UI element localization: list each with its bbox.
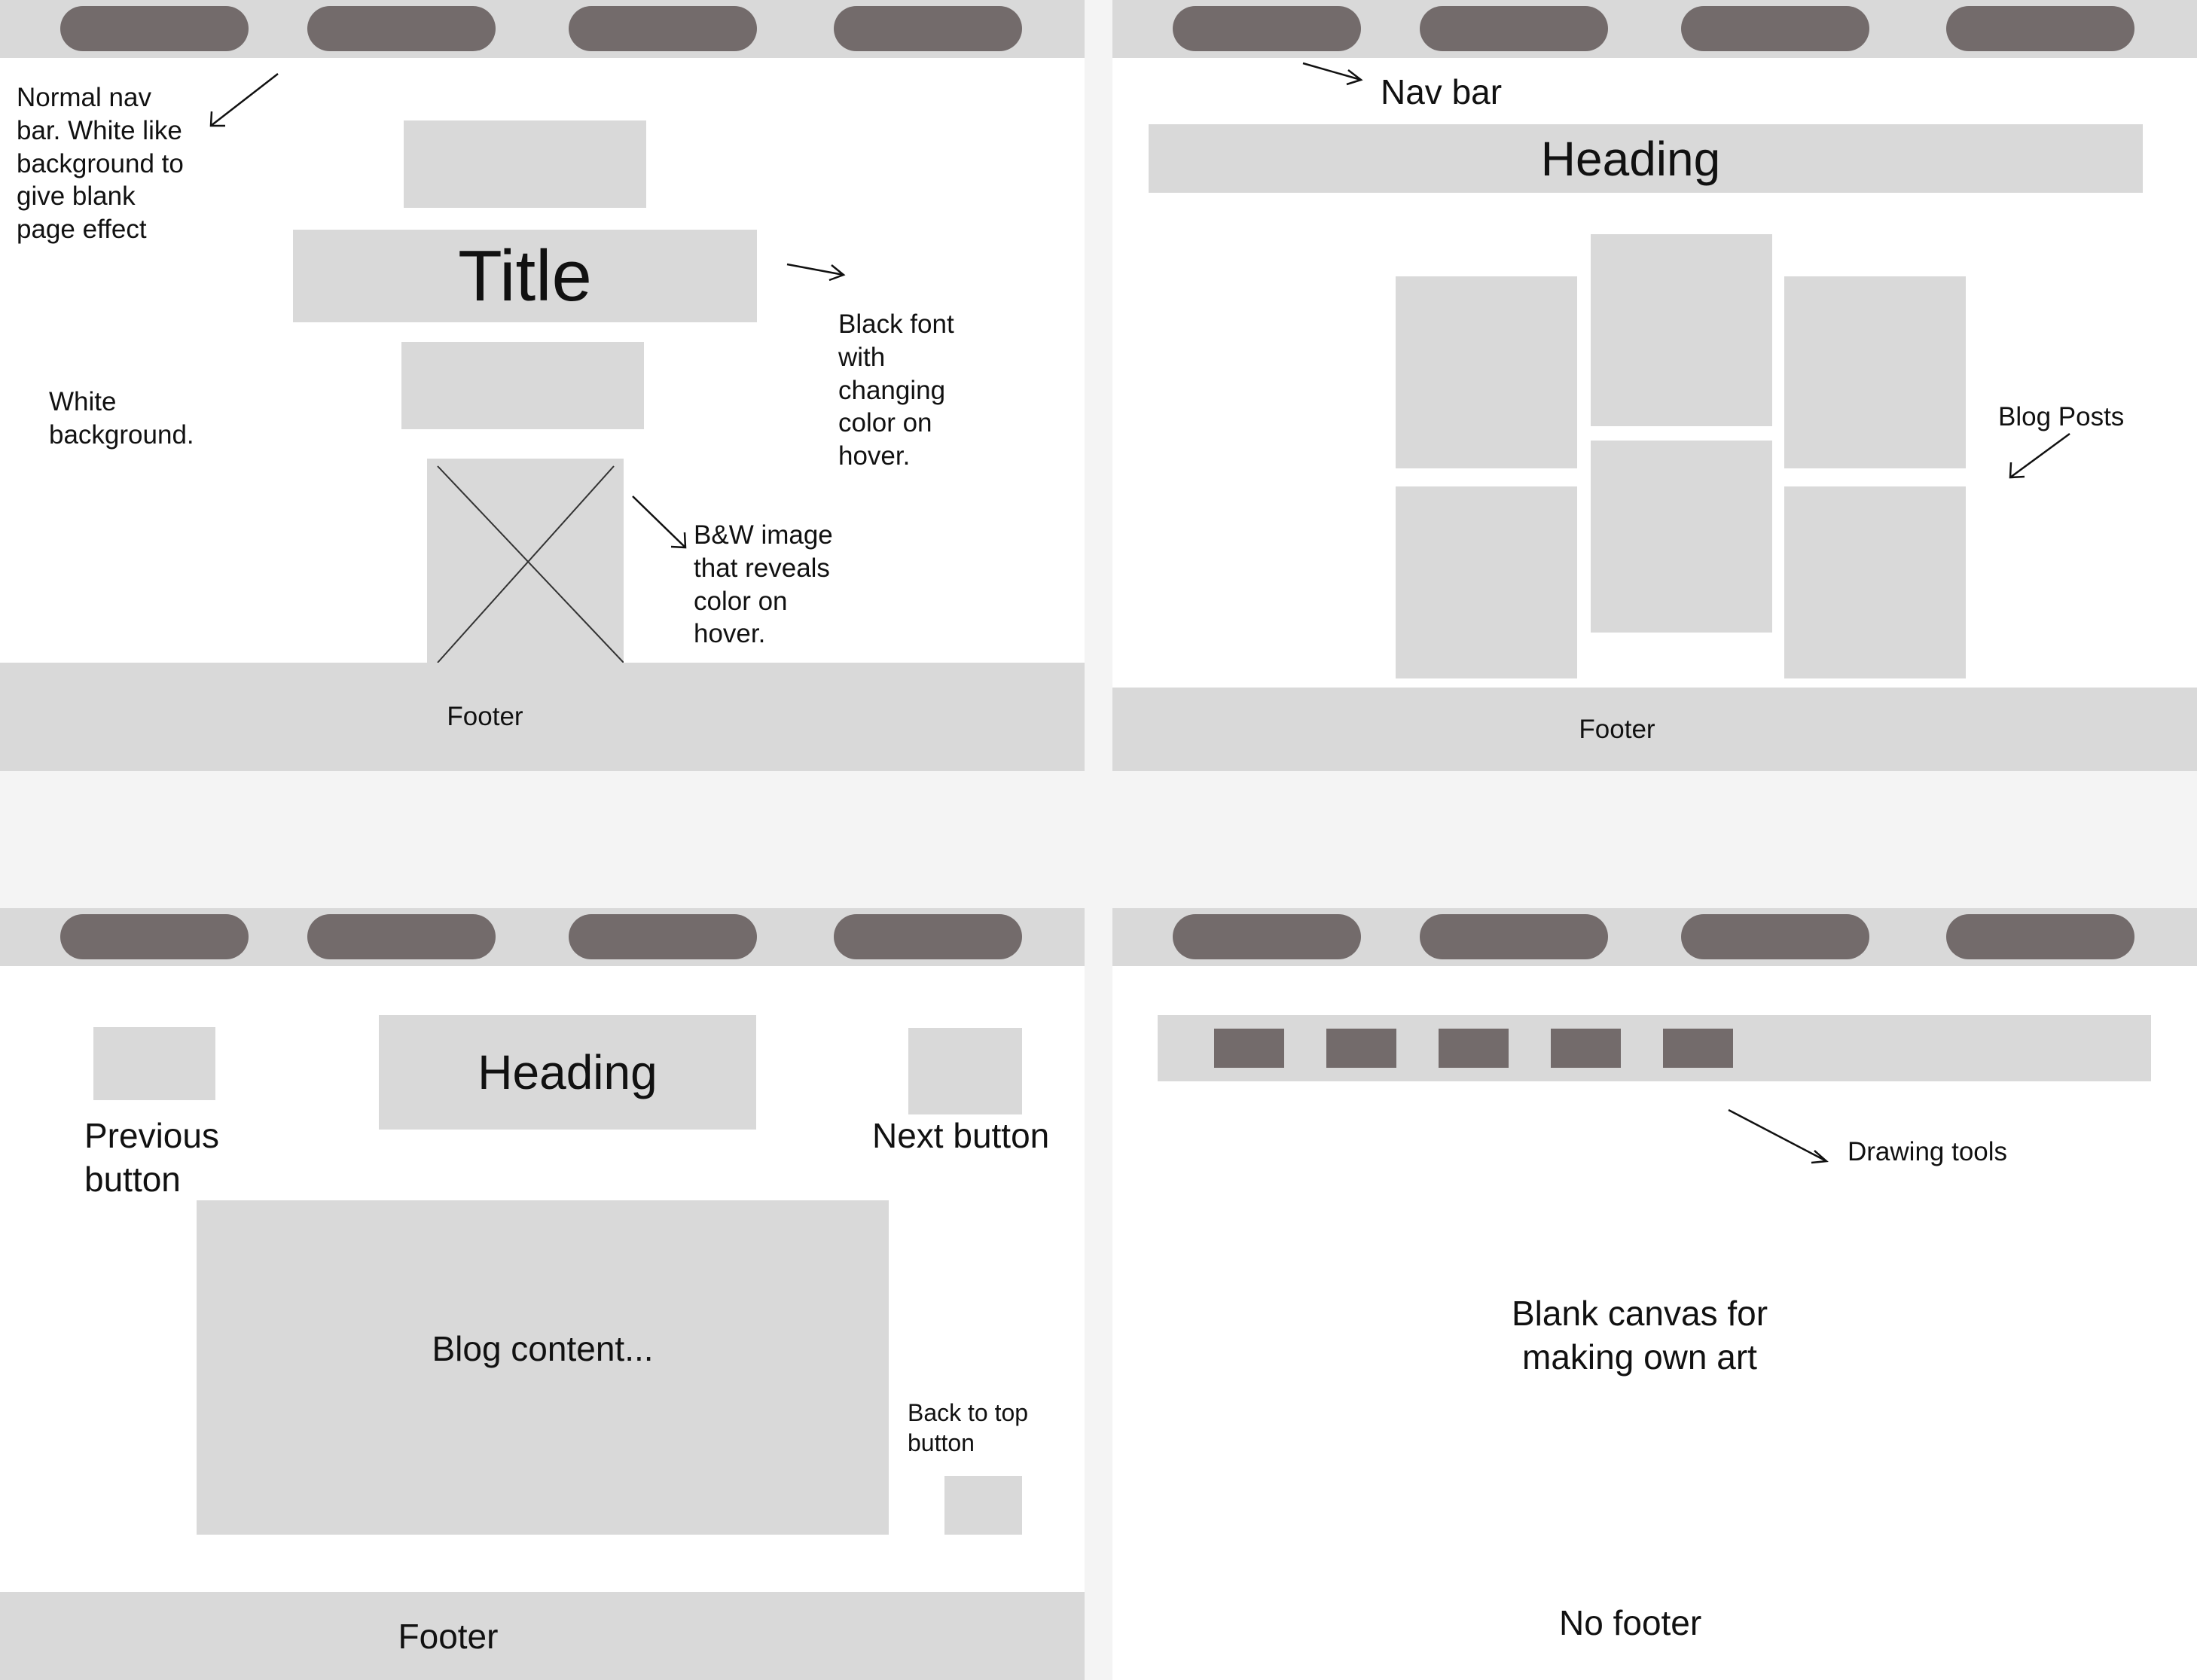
heading-box: Heading	[1149, 124, 2143, 193]
footer: Footer	[1112, 688, 2197, 771]
blog-post-card[interactable]	[1396, 276, 1577, 468]
placeholder-box	[401, 342, 644, 429]
title-box: Title	[293, 230, 757, 322]
nav-bar	[1112, 0, 2197, 58]
page-heading: Heading	[1540, 131, 1721, 186]
nav-item[interactable]	[834, 6, 1022, 51]
next-button-label: Next button	[872, 1116, 1050, 1155]
page-title: Title	[458, 235, 592, 316]
posts-annotation: Blog Posts	[1998, 402, 2125, 431]
drawing-toolbar	[1158, 1015, 2151, 1081]
nav-bar	[0, 908, 1085, 966]
nav-item[interactable]	[569, 6, 757, 51]
drawing-tool[interactable]	[1439, 1029, 1509, 1068]
wireframe-home: Normal nav bar. White like background to…	[0, 0, 1085, 771]
drawing-tool[interactable]	[1214, 1029, 1284, 1068]
nav-item[interactable]	[1173, 6, 1361, 51]
nav-item[interactable]	[60, 6, 249, 51]
footer: Footer	[0, 663, 1085, 771]
footer-annotation: No footer	[1559, 1603, 1702, 1642]
page-heading: Heading	[478, 1045, 658, 1099]
wireframe-blog-list: Nav bar Heading Blog Posts Footer	[1112, 0, 2197, 771]
wireframe-blog-post: Previous button Heading Next button Blog…	[0, 908, 1085, 1680]
nav-item[interactable]	[307, 6, 496, 51]
blog-post-card[interactable]	[1591, 234, 1772, 426]
footer-label: Footer	[1579, 714, 1655, 744]
drawing-tool[interactable]	[1663, 1029, 1733, 1068]
blog-post-card[interactable]	[1591, 441, 1772, 633]
nav-bar	[0, 0, 1085, 58]
image-annotation: B&W image that reveals color on hover.	[694, 520, 833, 649]
back-to-top-label: Back to top button	[908, 1399, 1029, 1456]
background-annotation: White background.	[49, 387, 194, 450]
nav-item[interactable]	[307, 914, 496, 959]
canvas-annotation: Blank canvas for making own art	[1511, 1294, 1768, 1377]
footer-label: Footer	[398, 1616, 499, 1656]
wireframe-canvas: Drawing tools Blank canvas for making ow…	[1112, 908, 2197, 1680]
nav-item[interactable]	[60, 914, 249, 959]
nav-item[interactable]	[1946, 914, 2134, 959]
nav-annotation: Nav bar	[1381, 72, 1503, 111]
tools-annotation: Drawing tools	[1848, 1137, 2008, 1166]
nav-annotation: Normal nav bar. White like background to…	[17, 83, 184, 244]
drawing-tool[interactable]	[1326, 1029, 1396, 1068]
nav-item[interactable]	[1681, 6, 1869, 51]
back-to-top-button[interactable]	[944, 1476, 1022, 1535]
blog-content: Blog content...	[197, 1200, 889, 1535]
next-button[interactable]	[908, 1028, 1022, 1114]
previous-button-label: Previous button	[84, 1116, 219, 1199]
blog-post-card[interactable]	[1396, 486, 1577, 678]
previous-button[interactable]	[93, 1027, 215, 1100]
footer-label: Footer	[447, 702, 523, 731]
nav-item[interactable]	[1420, 6, 1608, 51]
heading-box: Heading	[379, 1015, 756, 1130]
nav-item[interactable]	[1420, 914, 1608, 959]
blog-post-card[interactable]	[1784, 276, 1966, 468]
blog-post-card[interactable]	[1784, 486, 1966, 678]
nav-bar	[1112, 908, 2197, 966]
nav-item[interactable]	[834, 914, 1022, 959]
footer: Footer	[0, 1592, 1085, 1680]
nav-item[interactable]	[1946, 6, 2134, 51]
image-cross-icon	[437, 465, 624, 663]
blog-content-text: Blog content...	[432, 1329, 654, 1368]
nav-item[interactable]	[1681, 914, 1869, 959]
placeholder-box	[404, 120, 646, 208]
nav-item[interactable]	[569, 914, 757, 959]
font-annotation: Black font with changing color on hover.	[838, 309, 954, 471]
nav-item[interactable]	[1173, 914, 1361, 959]
drawing-tool[interactable]	[1551, 1029, 1621, 1068]
image-placeholder[interactable]	[427, 459, 624, 663]
